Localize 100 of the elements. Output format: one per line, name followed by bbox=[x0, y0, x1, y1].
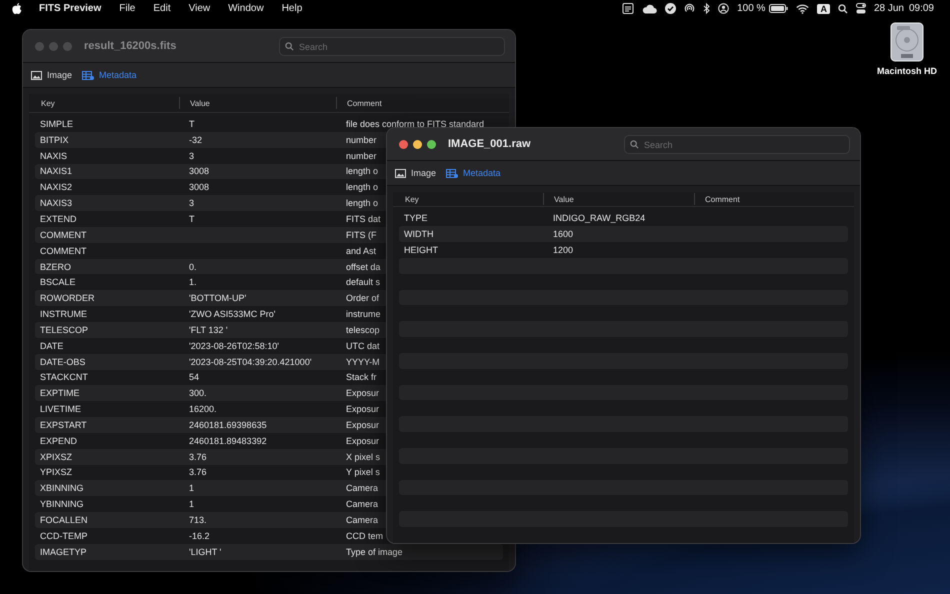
table-cell-text: 3008 bbox=[188, 182, 210, 192]
table-cell-text: COMMENT bbox=[39, 230, 86, 240]
table-cell-text: T bbox=[188, 214, 194, 224]
document-icon[interactable] bbox=[622, 3, 634, 14]
table-cell-text: BITPIX bbox=[39, 134, 69, 145]
table-cell-text: 3008 bbox=[188, 166, 210, 176]
table-cell-text: instrume bbox=[345, 309, 381, 320]
menu-item[interactable]: Help bbox=[272, 3, 312, 14]
table-cell-text: CCD tem bbox=[345, 530, 384, 541]
table-cell-text: STACKCNT bbox=[39, 372, 88, 382]
menu-item[interactable]: File bbox=[110, 3, 144, 14]
wifi-icon[interactable] bbox=[796, 4, 810, 14]
window-title: IMAGE_001.raw bbox=[448, 138, 532, 150]
column-header[interactable]: Key bbox=[29, 97, 179, 109]
battery-icon[interactable] bbox=[769, 4, 788, 13]
menu-item[interactable]: Edit bbox=[144, 3, 180, 14]
column-header[interactable]: Key bbox=[393, 193, 543, 206]
desktop-icon-label[interactable]: Macintosh HD bbox=[876, 66, 937, 76]
search-icon bbox=[630, 140, 639, 148]
column-header[interactable]: Value bbox=[179, 97, 336, 109]
toolbar-tab[interactable]: Image bbox=[393, 166, 438, 180]
menu-item[interactable]: FITS Preview bbox=[30, 3, 110, 14]
table-cell-text: Exposur bbox=[345, 388, 380, 398]
table-cell-text: number bbox=[345, 134, 377, 145]
table-cell-text: and Ast bbox=[345, 246, 376, 256]
table-cell-text: INDIGO_RAW_RGB24 bbox=[552, 213, 646, 224]
table-cell-text: Exposur bbox=[345, 404, 380, 414]
column-header[interactable]: Comment bbox=[336, 97, 509, 109]
table-cell-text: length o bbox=[345, 198, 378, 208]
table-cell-text: WIDTH bbox=[403, 229, 434, 240]
user-icon[interactable] bbox=[718, 3, 730, 14]
picture-icon bbox=[31, 70, 42, 80]
table-cell-text: Camera bbox=[345, 483, 378, 494]
table-cell-text: UTC dat bbox=[345, 340, 380, 351]
column-header[interactable]: Value bbox=[543, 193, 694, 206]
checkmark-icon[interactable] bbox=[665, 3, 676, 14]
table-cell-text: 'ZWO ASI533MC Pro' bbox=[188, 309, 276, 320]
table-cell-text: NAXIS3 bbox=[39, 198, 72, 208]
table-cell-text: NAXIS bbox=[39, 150, 68, 161]
menu-item[interactable]: Window bbox=[219, 3, 273, 14]
table-cell-text: 'FLT 132 ' bbox=[188, 324, 228, 335]
table-cell-text: number bbox=[345, 150, 377, 161]
table-cell-text: 2460181.69398635 bbox=[188, 420, 267, 430]
table-cell-text: ROWORDER bbox=[39, 293, 94, 304]
table-cell-text: YPIXSZ bbox=[39, 467, 72, 478]
table-cell-text: Order of bbox=[345, 293, 380, 304]
search-icon bbox=[285, 42, 294, 50]
battery-percentage: 100 % bbox=[737, 3, 766, 14]
menu-item[interactable]: View bbox=[180, 3, 220, 14]
table-cell-text: 1 bbox=[188, 483, 194, 494]
table-icon bbox=[82, 70, 94, 80]
bluetooth-icon[interactable] bbox=[703, 3, 710, 14]
toolbar-tab[interactable]: Metadata bbox=[80, 68, 139, 82]
table-cell-text: default s bbox=[345, 277, 380, 288]
table-cell-text: 300. bbox=[188, 388, 207, 398]
table-cell-text: NAXIS1 bbox=[39, 166, 72, 176]
table-cell-text: HEIGHT bbox=[403, 244, 438, 255]
cloud-icon[interactable] bbox=[642, 4, 658, 14]
apple-icon[interactable] bbox=[12, 2, 22, 14]
table-cell-text: 3.76 bbox=[188, 452, 207, 462]
picture-icon bbox=[395, 168, 406, 178]
table-cell-text: YYYY-M bbox=[345, 356, 380, 367]
table-cell-text: Type of image bbox=[345, 546, 403, 557]
table-cell-text: Camera bbox=[345, 499, 378, 510]
table-cell-text: TELESCOP bbox=[39, 324, 88, 335]
hard-drive-icon[interactable] bbox=[890, 22, 924, 62]
search-field[interactable]: Search bbox=[279, 37, 505, 56]
input-source-indicator[interactable]: A bbox=[817, 4, 830, 14]
table-cell-text: 3 bbox=[188, 198, 194, 208]
search-icon[interactable] bbox=[838, 4, 848, 14]
table-cell-text: telescop bbox=[345, 324, 380, 335]
column-header[interactable]: Comment bbox=[694, 193, 854, 206]
table-cell-text: 'LIGHT ' bbox=[188, 546, 222, 557]
toolbar-tab[interactable]: Metadata bbox=[444, 166, 503, 180]
table-cell-text: IMAGETYP bbox=[39, 546, 87, 557]
table-cell-text: SIMPLE bbox=[39, 118, 74, 129]
table-cell-text: -16.2 bbox=[188, 530, 210, 541]
table-cell-text: DATE bbox=[39, 340, 64, 351]
table-cell-text: XBINNING bbox=[39, 483, 84, 494]
table-cell-text: COMMENT bbox=[39, 246, 86, 256]
table-cell-text: Camera bbox=[345, 515, 378, 526]
table-cell-text: INSTRUME bbox=[39, 309, 87, 320]
search-field[interactable]: Search bbox=[624, 135, 850, 154]
table-cell-text: Exposur bbox=[345, 436, 380, 446]
toolbar-tab[interactable]: Image bbox=[29, 68, 74, 82]
table-cell-text: 16200. bbox=[188, 404, 217, 414]
table-cell-text: EXTEND bbox=[39, 214, 77, 224]
table-icon bbox=[446, 168, 458, 178]
table-cell-text: FITS (F bbox=[345, 230, 376, 240]
table-cell-text: file does conform to FITS standard bbox=[345, 118, 484, 129]
table-cell-text: EXPTIME bbox=[39, 388, 80, 398]
table-cell-text: 713. bbox=[188, 515, 207, 526]
table-cell-text: 54 bbox=[188, 372, 200, 382]
table-cell-text: T bbox=[188, 118, 194, 129]
table-cell-text: offset da bbox=[345, 262, 380, 272]
toggle-icon[interactable] bbox=[856, 3, 866, 14]
table-cell-text: EXPSTART bbox=[39, 420, 87, 430]
airdrop-icon[interactable] bbox=[684, 3, 696, 14]
table-cell-text: Y pixel s bbox=[345, 467, 380, 478]
table-cell-text: 3.76 bbox=[188, 467, 207, 478]
